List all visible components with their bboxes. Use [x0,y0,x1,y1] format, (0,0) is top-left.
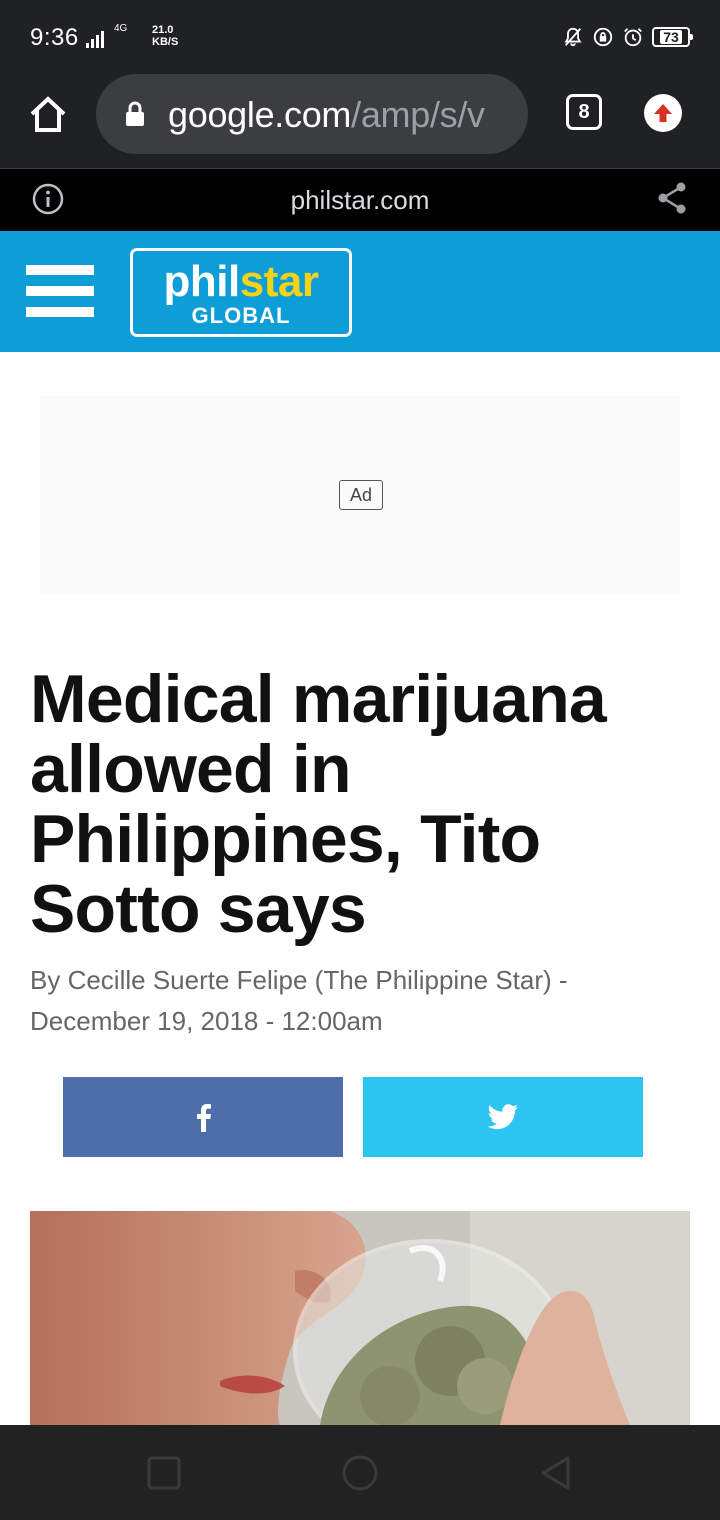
url-bar[interactable]: google.com/amp/s/v [96,74,528,154]
speed-unit: KB/S [152,36,179,48]
philstar-logo[interactable]: philstar GLOBAL [130,248,352,337]
article-byline: By Cecille Suerte Felipe (The Philippine… [30,965,568,1036]
network-type: 4G [114,23,128,34]
menu-icon[interactable] [26,265,94,317]
article-image [30,1211,690,1425]
logo-phil: phil [163,257,241,306]
url-text[interactable]: google.com/amp/s/v [168,94,485,136]
marijuana-jar-photo [30,1211,690,1425]
ad-label: Ad [339,480,383,510]
home-icon[interactable] [26,92,70,136]
square-icon[interactable] [146,1455,182,1491]
battery-level: 73 [660,30,682,44]
logo-global: GLOBAL [191,303,291,328]
status-bar: 9:36 4G 21.0 KB/S 73 [0,0,720,72]
ad-slot[interactable]: Ad [40,396,680,594]
update-button[interactable] [644,94,682,132]
logo-star: star [239,257,319,306]
amp-domain: philstar.com [290,185,430,215]
bell-off-icon [564,27,582,47]
facebook-share-button[interactable] [63,1077,343,1157]
speed-value: 21.0 [152,24,174,36]
battery-icon: 73 [652,27,693,47]
browser-toolbar: google.com/amp/s/v 8 [0,72,720,168]
tab-switcher-button[interactable]: 8 [566,94,602,130]
lock-icon [126,101,144,126]
amp-header-bar: philstar.com [0,169,720,231]
triangle-back-icon[interactable] [538,1455,574,1491]
arrow-up-icon [654,104,672,122]
article-headline: Medical marijuana allowed in Philippines… [30,661,607,947]
facebook-icon [197,1104,211,1132]
site-header: philstar GLOBAL [0,231,720,352]
share-icon[interactable] [656,181,688,215]
lock-rotation-icon [593,27,613,47]
url-path: /amp/s/v [351,94,485,135]
twitter-icon [487,1104,519,1130]
circle-icon[interactable] [342,1455,378,1491]
alarm-icon [624,28,642,47]
android-nav-bar [0,1425,720,1520]
network-speed: 21.0 KB/S [152,24,178,48]
status-time: 9:36 [30,24,79,51]
url-host: google.com [168,94,352,135]
signal-icon [86,28,104,48]
twitter-share-button[interactable] [363,1077,643,1157]
status-icons: 73 [562,26,693,48]
